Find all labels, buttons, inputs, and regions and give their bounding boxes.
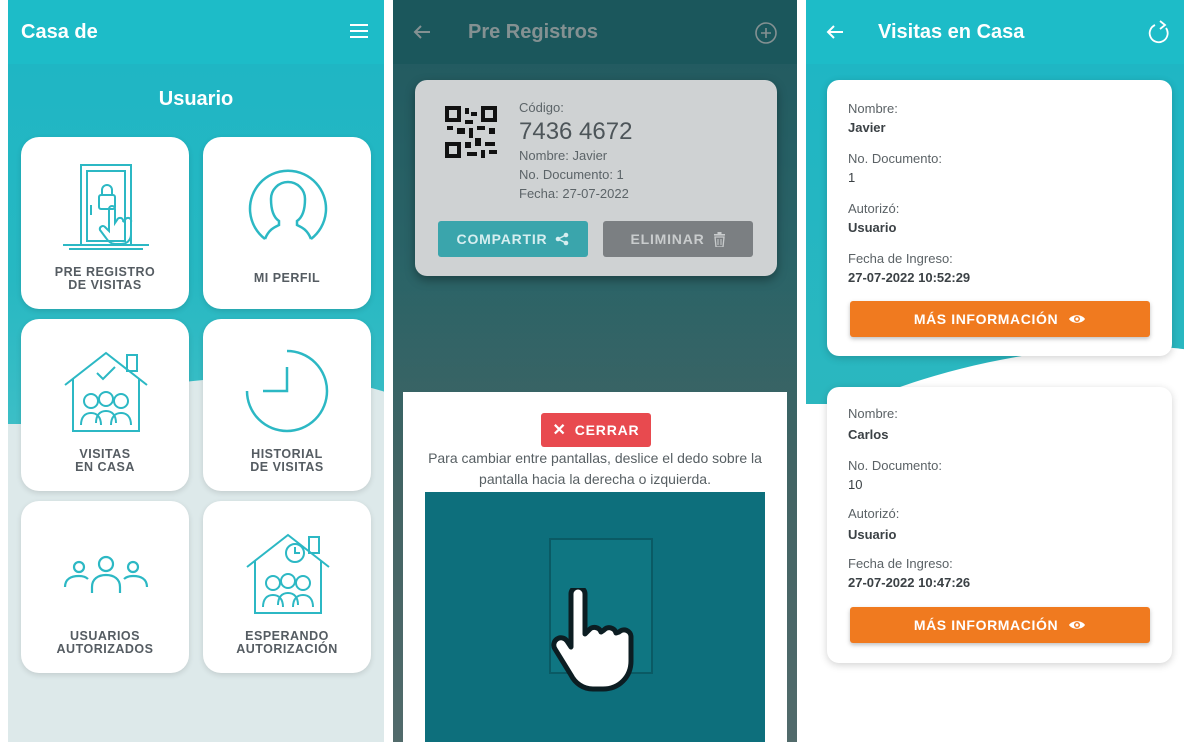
delete-button[interactable]: ELIMINAR: [603, 221, 753, 257]
more-info-label: MÁS INFORMACIÓN: [913, 617, 1059, 633]
divider: [797, 0, 806, 742]
close-icon: ✕: [552, 422, 567, 439]
visit-card: Nombre: Javier No. Documento: 1 Autorizó…: [827, 80, 1172, 356]
pointing-hand-icon: [551, 588, 634, 692]
more-info-button[interactable]: MÁS INFORMACIÓN: [850, 301, 1150, 337]
more-info-button[interactable]: MÁS INFORMACIÓN: [850, 607, 1150, 643]
share-button[interactable]: COMPARTIR: [438, 221, 588, 257]
tile-label-line2: DE VISITAS: [250, 460, 324, 474]
users-group-icon: [63, 555, 149, 593]
pre-registros-screen: Pre Registros Código: 7436 4672 Nombre: …: [393, 0, 797, 742]
code-label: Código:: [519, 100, 564, 115]
help-text: Para cambiar entre pantallas, deslice el…: [403, 448, 787, 490]
app-bar: Visitas en Casa: [806, 0, 1184, 64]
document-value: 10: [848, 477, 863, 492]
house-visitors-icon: [64, 351, 148, 432]
more-info-label: MÁS INFORMACIÓN: [913, 311, 1059, 327]
screen-title: Visitas en Casa: [878, 20, 1025, 43]
clock-icon: [245, 349, 329, 433]
name-label: Nombre:: [848, 406, 898, 421]
back-arrow-icon[interactable]: [826, 23, 844, 46]
visitas-en-casa-screen: Visitas en Casa Nombre: Javier No. Docum…: [806, 0, 1184, 742]
tile-label-line2: AUTORIZADOS: [56, 642, 154, 656]
authorized-label: Autorizó:: [848, 506, 900, 521]
profile-icon: [248, 169, 328, 240]
tile-label-line1: MI PERFIL: [253, 271, 321, 285]
refresh-icon[interactable]: [1148, 20, 1170, 49]
house-waiting-icon: [246, 533, 330, 614]
tile-pre-registro[interactable]: PRE REGISTRO DE VISITAS: [21, 137, 189, 309]
eye-icon: [1069, 315, 1086, 323]
share-button-label: COMPARTIR: [456, 231, 548, 247]
home-screen: Casa de Usuario PRE REGISTRO DE VISITAS: [8, 0, 384, 742]
tile-label-line2: AUTORIZACIÓN: [236, 642, 338, 656]
authorized-label: Autorizó:: [848, 201, 900, 216]
divider: [384, 0, 393, 742]
date-label: Fecha de Ingreso:: [848, 251, 953, 266]
visit-card: Nombre: Carlos No. Documento: 10 Autoriz…: [827, 387, 1172, 663]
eye-icon: [1069, 621, 1086, 629]
document-value: 1: [848, 170, 856, 185]
delete-button-label: ELIMINAR: [630, 231, 705, 247]
tile-label-line1: HISTORIAL: [251, 447, 323, 461]
tile-historial[interactable]: HISTORIAL DE VISITAS: [203, 319, 371, 491]
share-icon: [556, 232, 569, 246]
tile-label-line1: PRE REGISTRO: [54, 265, 156, 279]
app-title: Casa de: [21, 20, 98, 43]
help-text-line1: Para cambiar entre pantallas, deslice el…: [428, 450, 762, 466]
tile-esperando-autorizacion[interactable]: ESPERANDO AUTORIZACIÓN: [203, 501, 371, 673]
tile-label-line1: USUARIOS: [70, 629, 140, 643]
date-text: Fecha: 27-07-2022: [519, 186, 629, 201]
tile-usuarios-autorizados[interactable]: USUARIOS AUTORIZADOS: [21, 501, 189, 673]
door-hand-icon: [63, 164, 149, 250]
tile-label-line1: VISITAS: [79, 447, 131, 461]
section-title: Usuario: [158, 88, 234, 110]
trash-icon: [713, 231, 725, 247]
name-value: Carlos: [848, 427, 889, 442]
qr-code-icon: [445, 106, 497, 158]
name-label: Nombre:: [848, 101, 898, 116]
document-label: No. Documento:: [848, 151, 942, 166]
document-text: No. Documento: 1: [519, 167, 624, 182]
tile-label-line1: ESPERANDO: [245, 629, 329, 643]
name-value: Javier: [848, 120, 886, 135]
tile-mi-perfil[interactable]: MI PERFIL: [203, 137, 371, 309]
app-bar: Casa de: [8, 0, 384, 64]
document-label: No. Documento:: [848, 458, 942, 473]
swipe-help-dialog: ✕ CERRAR Para cambiar entre pantallas, d…: [403, 392, 787, 742]
authorized-value: Usuario: [848, 220, 897, 235]
tile-label-line2: EN CASA: [75, 460, 135, 474]
menu-icon[interactable]: [350, 24, 368, 38]
close-button[interactable]: ✕ CERRAR: [541, 413, 651, 447]
code-value: 7436 4672: [519, 118, 633, 145]
authorized-value: Usuario: [848, 527, 897, 542]
pre-registro-card: Código: 7436 4672 Nombre: Javier No. Doc…: [415, 80, 777, 276]
help-text-line2: pantalla hacia la derecha o izquierda.: [479, 471, 711, 487]
tile-label-line2: DE VISITAS: [68, 278, 142, 292]
date-value: 27-07-2022 10:52:29: [848, 270, 971, 285]
date-label: Fecha de Ingreso:: [848, 556, 953, 571]
close-button-label: CERRAR: [574, 422, 640, 438]
name-text: Nombre: Javier: [519, 148, 608, 163]
swipe-demo-animation: [425, 492, 765, 742]
date-value: 27-07-2022 10:47:26: [848, 575, 971, 590]
tile-visitas-en-casa[interactable]: VISITAS EN CASA: [21, 319, 189, 491]
